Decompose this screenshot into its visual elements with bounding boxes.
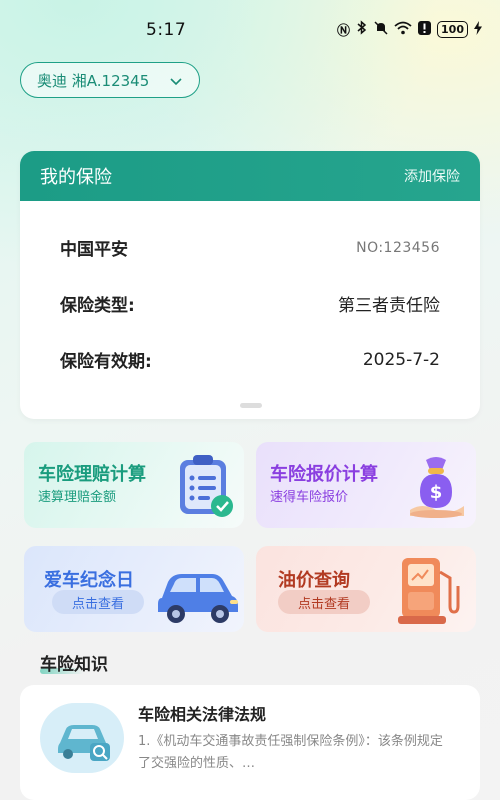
insurance-validity-value: 2025-7-2 xyxy=(362,349,440,370)
car-search-icon xyxy=(54,717,114,767)
policy-number: NO:123456 xyxy=(356,239,440,256)
status-bar: 5:17 Ⓝ 100 xyxy=(0,0,500,60)
battery-level: 100 xyxy=(441,23,464,36)
claim-tile-subtitle: 速算理赔金额 xyxy=(38,490,117,505)
insurance-validity-label: 保险有效期: xyxy=(60,352,152,372)
quote-tile-title: 车险报价计算 xyxy=(270,464,378,485)
quote-calculator-tile[interactable]: 车险报价计算 速得车险报价 $ xyxy=(256,442,476,528)
insurance-card-header: 我的保险 添加保险 xyxy=(20,151,480,201)
status-time: 5:17 xyxy=(146,20,187,40)
insurance-type-value: 第三者责任险 xyxy=(338,296,440,316)
chevron-down-icon xyxy=(169,73,183,92)
money-bag-icon: $ xyxy=(402,452,472,526)
insurance-validity-row: 保险有效期: 2025-7-2 xyxy=(60,347,440,373)
anniversary-view-button[interactable]: 点击查看 xyxy=(52,590,144,614)
add-insurance-button[interactable]: 添加保险 xyxy=(404,166,460,186)
battery-icon: 100 xyxy=(437,21,468,38)
insurance-card: 我的保险 添加保险 中国平安 NO:123456 保险类型: 第三者责任险 保险… xyxy=(20,151,480,419)
claim-calculator-tile[interactable]: 车险理赔计算 速算理赔金额 xyxy=(24,442,244,528)
quote-tile-subtitle: 速得车险报价 xyxy=(270,490,349,505)
knowledge-section-title: 车险知识 xyxy=(40,655,108,675)
insurance-type-row: 保险类型: 第三者责任险 xyxy=(60,291,440,316)
svg-text:$: $ xyxy=(430,482,443,503)
anniversary-tile-title: 爱车纪念日 xyxy=(44,570,134,591)
car-selector-label: 奥迪 湘A.12345 xyxy=(37,71,150,90)
wifi-icon xyxy=(394,21,412,39)
clipboard-check-icon xyxy=(174,452,240,524)
knowledge-item-title: 车险相关法律法规 xyxy=(138,705,267,724)
insurance-company: 中国平安 xyxy=(60,240,128,260)
car-anniversary-tile[interactable]: 爱车纪念日 点击查看 xyxy=(24,546,244,632)
nfc-icon: Ⓝ xyxy=(337,24,351,39)
bluetooth-icon xyxy=(356,20,368,39)
claim-tile-title: 车险理赔计算 xyxy=(38,464,146,485)
knowledge-card[interactable]: 车险相关法律法规 1.《机动车交通事故责任强制保险条例》：该条例规定了交强险的性… xyxy=(20,685,480,800)
car-selector[interactable]: 奥迪 湘A.12345 xyxy=(20,62,200,98)
insurance-company-row: 中国平安 NO:123456 xyxy=(60,235,440,261)
insurance-type-label: 保险类型: xyxy=(60,296,135,316)
oil-tile-title: 油价查询 xyxy=(278,570,350,591)
knowledge-thumbnail xyxy=(40,703,124,773)
oil-view-button[interactable]: 点击查看 xyxy=(278,590,370,614)
knowledge-item-description: 1.《机动车交通事故责任强制保险条例》：该条例规定了交强险的性质、… xyxy=(138,734,443,771)
insurance-card-title: 我的保险 xyxy=(40,167,112,188)
charging-icon xyxy=(474,20,482,39)
alert-icon xyxy=(418,20,432,39)
fuel-pump-icon xyxy=(394,552,466,632)
status-icons: Ⓝ 100 xyxy=(337,20,482,39)
suv-car-icon xyxy=(152,558,244,632)
mute-icon xyxy=(374,20,388,39)
card-drag-handle[interactable] xyxy=(240,403,262,408)
oil-price-tile[interactable]: 油价查询 点击查看 xyxy=(256,546,476,632)
